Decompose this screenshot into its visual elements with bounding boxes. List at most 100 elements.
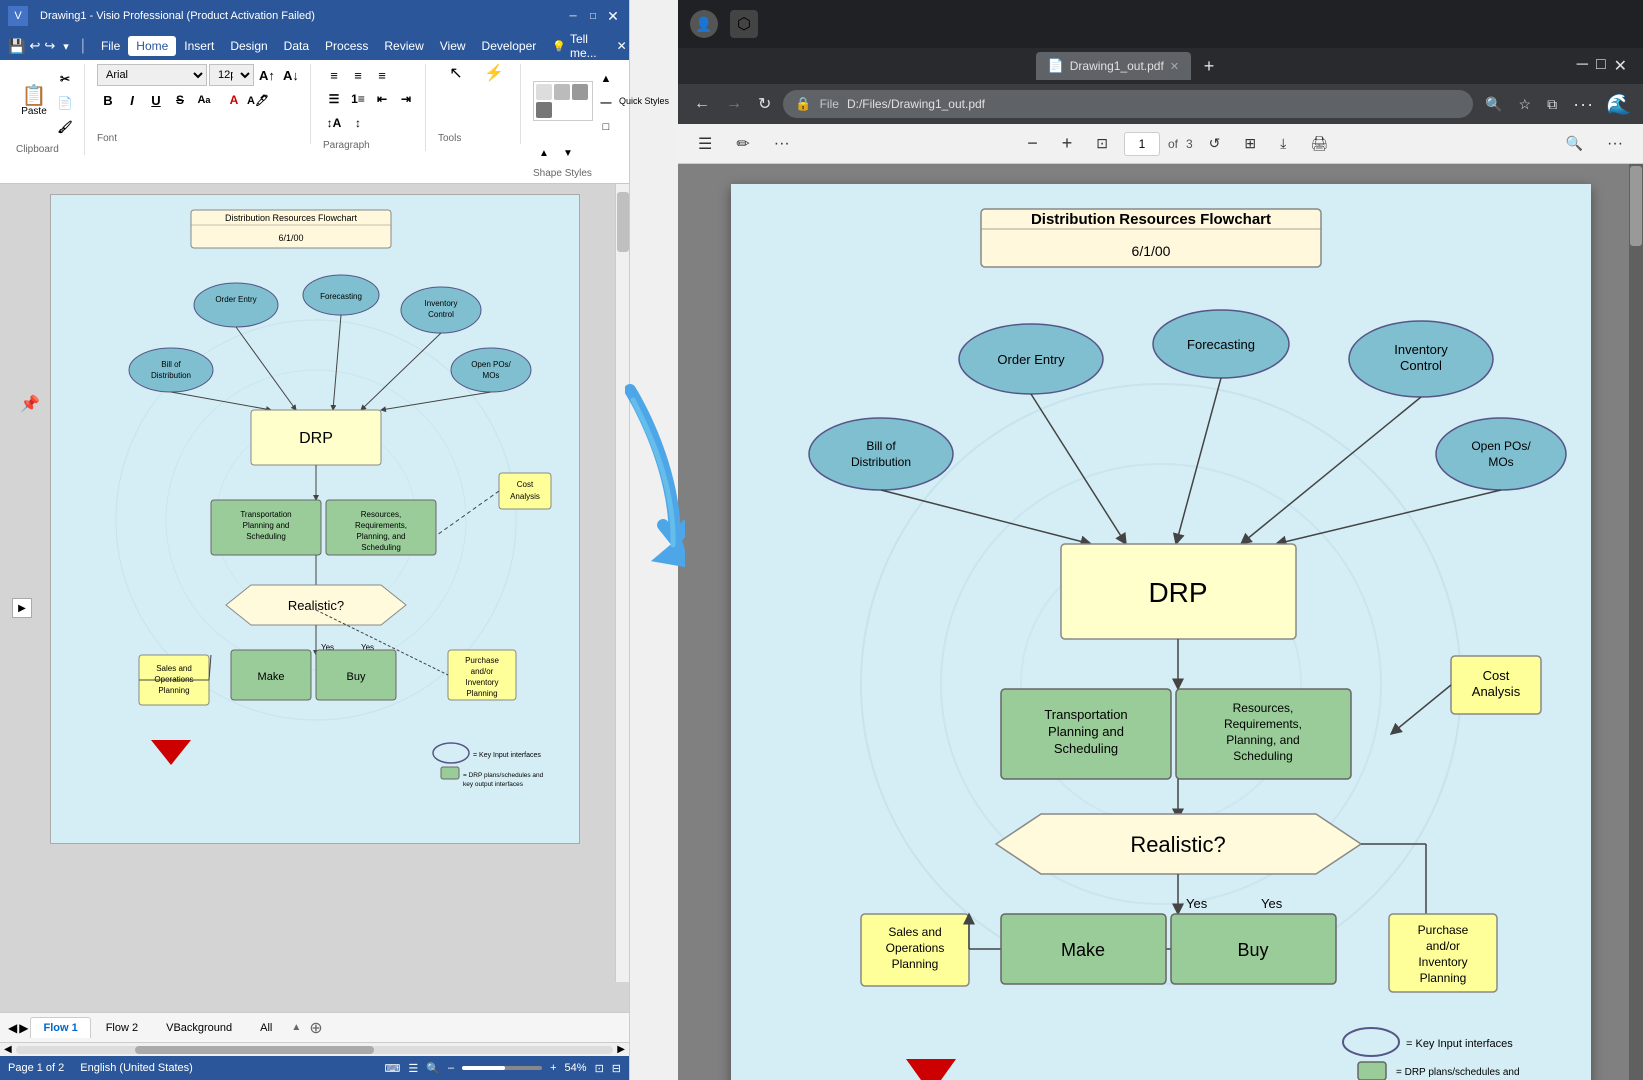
menu-tellme[interactable]: 💡 Tell me... (544, 29, 604, 63)
forward-btn[interactable]: → (722, 91, 746, 117)
menu-developer[interactable]: Developer (474, 36, 545, 56)
fill-btn[interactable]: ▲ (595, 68, 617, 90)
text-direction-btn[interactable]: ↕A (323, 112, 345, 134)
browser-more-btn[interactable]: ··· (1569, 90, 1598, 119)
zoom-slider[interactable] (462, 1066, 542, 1070)
bullets-btn[interactable]: ☰ (323, 88, 345, 110)
zoom-out-btn[interactable]: − (1019, 129, 1046, 158)
tab-flow1[interactable]: Flow 1 (30, 1017, 90, 1038)
align-right-btn[interactable]: ≡ (371, 64, 393, 86)
format-painter-btn[interactable]: 🖌 (54, 116, 76, 138)
pdf-more2-btn[interactable]: ··· (1599, 131, 1631, 157)
app-icon: V (8, 6, 28, 26)
cut-btn[interactable]: ✂ (54, 68, 76, 90)
font-size-select[interactable]: 12pt. (209, 64, 254, 86)
pdf-tab-close[interactable]: ✕ (1170, 60, 1179, 73)
scroll-tabs-left[interactable]: ◀ (8, 1021, 17, 1035)
strikethrough-btn[interactable]: S (169, 89, 191, 111)
pdf-scrollbar[interactable] (1629, 164, 1643, 1080)
zoom-url-btn[interactable]: 🔍 (1481, 92, 1506, 117)
download-btn[interactable]: ⤓ (1272, 131, 1294, 156)
new-tab-btn[interactable]: + (1195, 52, 1223, 80)
profile-avatar[interactable]: 👤 (690, 10, 718, 38)
canvas-scrollbar-h[interactable]: ◀ ▶ (0, 1042, 629, 1056)
font-family-select[interactable]: Arial (97, 64, 207, 86)
align-left-btn[interactable]: ≡ (323, 64, 345, 86)
menu-design[interactable]: Design (222, 36, 275, 56)
minimize-btn[interactable]: ─ (565, 8, 581, 24)
undo-quick-btn[interactable]: ↩ (29, 38, 40, 54)
find-btn[interactable]: 🔍 (1558, 131, 1591, 156)
menu-view[interactable]: View (432, 36, 474, 56)
align-center-btn[interactable]: ≡ (347, 64, 369, 86)
shape-styles-gallery[interactable] (533, 81, 593, 121)
scroll-ribbon-up[interactable]: ▲ (533, 142, 555, 164)
scroll-right-btn[interactable]: ▶ (617, 1044, 625, 1055)
increase-font-btn[interactable]: A↑ (256, 64, 278, 86)
indent-more-btn[interactable]: ⇥ (395, 88, 417, 110)
zoom-out-btn[interactable]: – (448, 1062, 454, 1074)
pointer-tool-btn[interactable]: ↖ (438, 64, 474, 84)
zoom-in-btn[interactable]: + (1054, 129, 1081, 158)
subscript-btn[interactable]: Aa (193, 89, 215, 111)
menu-close-ribbon[interactable]: ✕ (609, 36, 635, 56)
fit-page-btn[interactable]: ⊡ (595, 1062, 604, 1075)
numbering-btn[interactable]: 1≡ (347, 88, 369, 110)
browser-close-btn[interactable]: ✕ (1614, 56, 1627, 76)
decrease-font-btn[interactable]: A↓ (280, 64, 302, 86)
sidebar-pin-btn[interactable]: 📌 (20, 394, 40, 414)
add-sheet-btn[interactable]: ⊕ (303, 1016, 328, 1040)
connector-tool-btn[interactable]: ⚡ (476, 64, 512, 84)
highlight-btn[interactable]: A🖊 (247, 89, 269, 111)
pdf-annotation-btn[interactable]: ✏ (728, 130, 757, 158)
menu-process[interactable]: Process (317, 36, 376, 56)
quick-access-more[interactable]: ▾ (59, 40, 73, 53)
pdf-hamburger-btn[interactable]: ☰ (690, 130, 720, 158)
save-quick-btn[interactable]: 💾 (8, 38, 25, 55)
print-btn[interactable]: 🖨 (1302, 131, 1336, 156)
pdf-tab[interactable]: 📄 Drawing1_out.pdf ✕ (1036, 52, 1191, 80)
menu-review[interactable]: Review (376, 36, 431, 56)
underline-btn[interactable]: U (145, 89, 167, 111)
indent-less-btn[interactable]: ⇤ (371, 88, 393, 110)
line-btn[interactable]: — (595, 92, 617, 114)
refresh-btn[interactable]: ↻ (754, 90, 775, 118)
pdf-more-btn[interactable]: ··· (766, 131, 798, 157)
maximize-btn[interactable]: □ (585, 8, 601, 24)
scroll-ribbon-down[interactable]: ▼ (557, 142, 579, 164)
zoom-in-btn[interactable]: + (550, 1062, 556, 1074)
redo-quick-btn[interactable]: ↪ (44, 38, 55, 54)
browser-min-btn[interactable]: ─ (1577, 56, 1588, 76)
bookmark-btn[interactable]: ☆ (1515, 92, 1536, 117)
paste-btn[interactable]: 📋 Paste (16, 84, 52, 119)
page-number-input[interactable]: 1 (1124, 132, 1160, 156)
tab-vbackground[interactable]: VBackground (153, 1017, 245, 1038)
shadow-btn[interactable]: □ (595, 116, 617, 138)
expand-panel-btn[interactable]: ▶ (12, 598, 32, 618)
scroll-tabs-right[interactable]: ▶ (19, 1021, 28, 1035)
rotate-btn[interactable]: ↺ (1201, 131, 1229, 156)
tab-flow2[interactable]: Flow 2 (93, 1017, 151, 1038)
fit-width-btn[interactable]: ⊟ (612, 1062, 621, 1075)
browser-max-btn[interactable]: □ (1596, 56, 1606, 76)
close-btn[interactable]: ✕ (605, 8, 621, 24)
view-mode-btn[interactable]: ⊞ (1236, 131, 1264, 156)
url-bar[interactable]: 🔒 File D:/Files/Drawing1_out.pdf (783, 90, 1473, 118)
font-color-btn[interactable]: A (223, 89, 245, 111)
fit-page-btn[interactable]: ⊡ (1088, 131, 1116, 156)
menu-home[interactable]: Home (128, 36, 176, 56)
scroll-left-btn[interactable]: ◀ (4, 1044, 12, 1055)
italic-btn[interactable]: I (121, 89, 143, 111)
bold-btn[interactable]: B (97, 89, 119, 111)
ribbon-font: Arial 12pt. A↑ A↓ B I U S Aa A A🖊 Font (89, 64, 311, 144)
split-view-btn[interactable]: ⧉ (1543, 92, 1561, 117)
back-btn[interactable]: ← (690, 91, 714, 117)
menu-insert[interactable]: Insert (176, 36, 222, 56)
tab-all[interactable]: All (247, 1017, 285, 1038)
visio-canvas[interactable]: Distribution Resources Flowchart 6/1/00 … (50, 194, 580, 844)
copy-btn[interactable]: 📄 (54, 92, 76, 114)
menu-file[interactable]: File (93, 36, 128, 56)
menu-data[interactable]: Data (276, 36, 317, 56)
svg-text:Planning: Planning (158, 686, 189, 695)
spacing-btn[interactable]: ↕ (347, 112, 369, 134)
